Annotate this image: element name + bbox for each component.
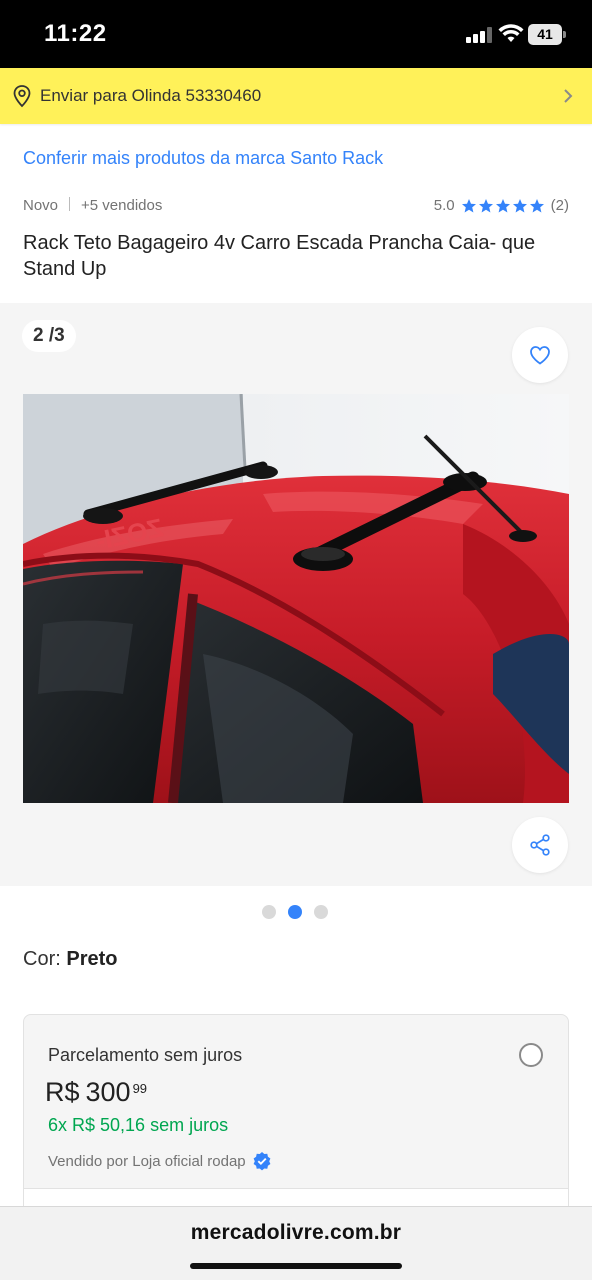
gallery-pagination[interactable]	[262, 905, 328, 919]
rating-value: 5.0	[433, 197, 455, 214]
battery-icon: 41	[528, 24, 566, 45]
heart-icon	[530, 346, 550, 365]
payment-option-title: Parcelamento sem juros	[48, 1045, 243, 1065]
pagination-dot[interactable]	[314, 905, 328, 919]
star-icon	[529, 198, 544, 212]
color-value: Preto	[66, 948, 118, 970]
color-variant: Cor: Preto	[23, 948, 117, 971]
chevron-right-icon	[564, 89, 573, 103]
clock: 11:22	[44, 20, 107, 47]
star-icon	[512, 198, 527, 212]
payment-option-card[interactable]: Parcelamento sem juros R$ 300 99 6x R$ 5…	[23, 1014, 569, 1214]
pagination-dot-active[interactable]	[288, 905, 302, 919]
share-button[interactable]	[512, 817, 568, 873]
wifi-icon	[498, 24, 524, 42]
star-icon	[495, 198, 510, 212]
shipping-address-bar[interactable]: Enviar para Olinda 53330460	[0, 68, 592, 124]
price-cents: 99	[132, 1081, 148, 1096]
signal-icon	[466, 27, 492, 43]
review-count: (2)	[550, 197, 569, 214]
sold-count: +5 vendidos	[81, 197, 163, 214]
browser-url-bar[interactable]: mercadolivre.com.br	[0, 1206, 592, 1280]
price-currency: R$	[45, 1077, 80, 1107]
url-text: mercadolivre.com.br	[190, 1221, 402, 1244]
home-indicator[interactable]	[190, 1263, 402, 1269]
favorite-button[interactable]	[512, 327, 568, 383]
share-icon	[530, 834, 550, 856]
product-title: Rack Teto Bagageiro 4v Carro Escada Pran…	[23, 232, 536, 280]
rating-summary[interactable]: 5.0 (2)	[434, 197, 569, 214]
star-icon	[478, 198, 493, 212]
status-bar: 11:22 41	[0, 0, 592, 68]
pagination-dot[interactable]	[262, 905, 276, 919]
payment-option-radio[interactable]	[519, 1043, 543, 1067]
price: R$ 300 99	[45, 1077, 147, 1108]
star-icon	[461, 198, 476, 212]
brand-products-link[interactable]: Conferir mais produtos da marca Santo Ra…	[23, 148, 383, 169]
location-pin-icon	[13, 85, 31, 108]
rating-stars	[461, 198, 545, 214]
image-counter: 2 /3	[22, 320, 76, 352]
shipping-address-text: Enviar para Olinda 53330460	[40, 86, 262, 105]
battery-level: 41	[528, 24, 562, 45]
product-photo[interactable]: -ZOZI-	[23, 394, 569, 803]
verified-badge-icon	[253, 1152, 271, 1171]
image-gallery[interactable]: 2 /3 -ZOZI-	[0, 303, 592, 886]
seller-info: Vendido por Loja oficial rodap	[48, 1151, 272, 1171]
color-label: Cor:	[23, 948, 61, 970]
installments-text: 6x R$ 50,16 sem juros	[48, 1115, 229, 1135]
condition-label: Novo	[23, 197, 59, 214]
seller-text: Vendido por Loja oficial rodap	[48, 1152, 246, 1170]
price-integer: 300	[85, 1077, 131, 1107]
condition-sales-info: Novo +5 vendidos	[23, 197, 162, 214]
